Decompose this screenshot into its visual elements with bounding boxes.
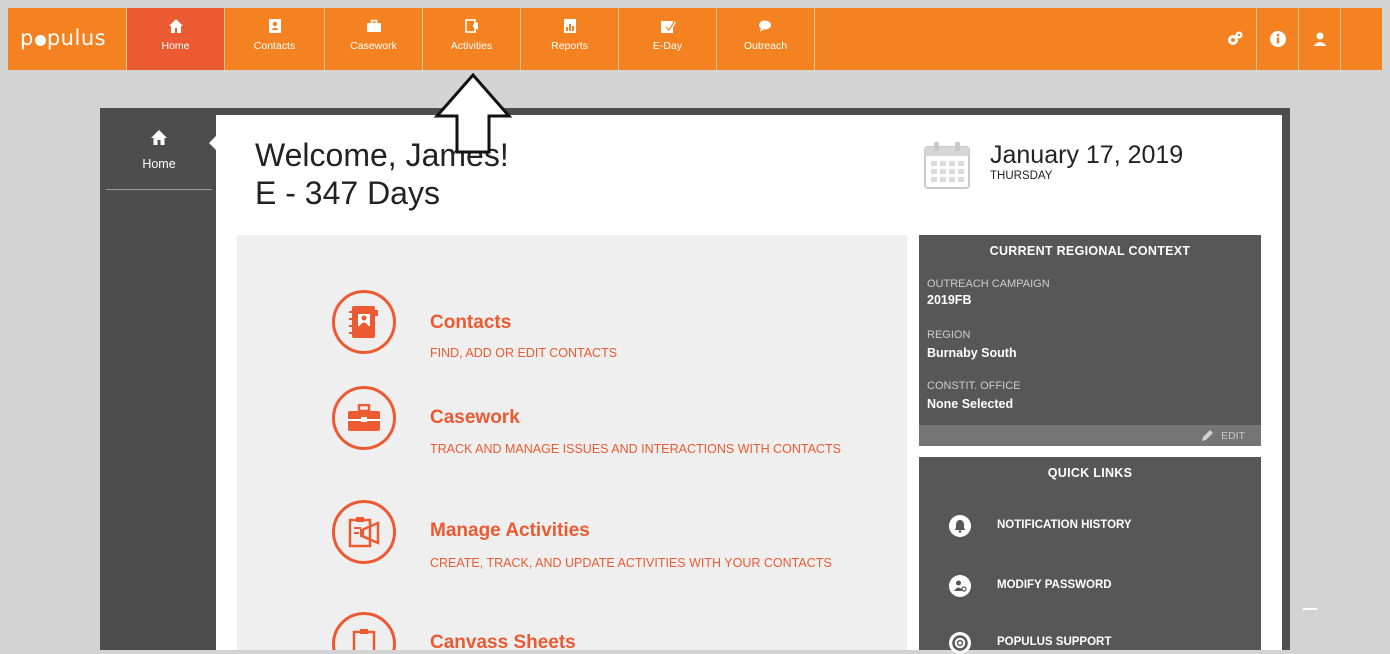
quick-link-label[interactable]: NOTIFICATION HISTORY [997,519,1132,531]
nav-reports[interactable]: Reports [520,8,618,70]
nav-casework[interactable]: Casework [324,8,422,70]
scroll-indicator[interactable] [1303,608,1317,610]
info-button[interactable] [1256,8,1298,70]
nav-reports-label: Reports [551,40,588,52]
user-key-icon [949,575,971,597]
nav-casework-label: Casework [350,40,397,52]
settings-button[interactable] [1214,8,1256,70]
home-icon [168,19,183,33]
date-label: January 17, 2019 [990,141,1184,169]
nav-home[interactable]: Home [126,8,224,70]
nav-outreach-label: Outreach [743,40,788,52]
bell-icon [949,515,971,537]
clipboard-icon [332,612,396,650]
home-icon [151,130,167,145]
edit-button-label[interactable]: EDIT [1221,430,1245,442]
megaphone-clipboard-icon [332,500,396,564]
sidebar-item-home[interactable]: Home [106,124,212,190]
tile-canvass-sheets[interactable]: Canvass Sheets [332,612,892,650]
tile-canvass-sheets-title[interactable]: Canvass Sheets [430,632,576,650]
info-icon [1269,31,1286,47]
sidebar-home-label: Home [142,157,176,171]
up-arrow-annotation [433,72,513,154]
populus-logo[interactable]: p pulus [20,26,106,50]
quick-link-label[interactable]: MODIFY PASSWORD [997,579,1112,591]
current-date: January 17, 2019 THURSDAY [990,140,1183,182]
tile-casework-desc: TRACK AND MANAGE ISSUES AND INTERACTIONS… [430,442,841,456]
campaign-value: 2019FB [927,293,972,307]
quick-link-label[interactable]: POPULUS SUPPORT [997,636,1111,648]
sidebar-divider [106,189,212,190]
tile-casework-title[interactable]: Casework [430,407,520,429]
quick-links-title: QUICK LINKS [1047,466,1133,480]
tile-manage-activities-title[interactable]: Manage Activities [430,520,590,542]
briefcase-icon [332,386,396,450]
nav-contacts-label: Contacts [253,40,296,52]
briefcase-icon [366,19,381,32]
nav-outreach[interactable]: Outreach [716,8,814,70]
contacts-book-icon [268,19,281,33]
office-value: None Selected [927,397,1014,411]
region-value: Burnaby South [927,346,1017,360]
nav-contacts[interactable]: Contacts [224,8,324,70]
reports-icon [563,19,576,33]
nav-divider [814,8,815,70]
pencil-icon [1202,430,1213,441]
tile-contacts-title[interactable]: Contacts [430,312,511,334]
calendar-check-icon [660,21,676,33]
calendar-icon [924,142,970,189]
quick-links-panel: QUICK LINKS NOTIFICATION HISTORY MODIFY … [919,457,1261,654]
contacts-book-icon [332,290,396,354]
lifebuoy-icon [949,632,971,654]
tile-contacts-desc: FIND, ADD OR EDIT CONTACTS [430,346,618,360]
election-countdown: E - 347 Days [255,175,440,211]
nav-home-label: Home [161,40,190,52]
user-button[interactable] [1298,8,1340,70]
nav-eday-label: E-Day [652,40,683,52]
context-edit-bar[interactable]: EDIT [919,425,1261,446]
gears-icon [1228,31,1243,45]
tile-manage-activities-desc: CREATE, TRACK, AND UPDATE ACTIVITIES WIT… [430,556,832,570]
campaign-label: OUTREACH CAMPAIGN [927,278,1050,290]
nav-right-edge [1340,8,1382,70]
office-label: CONSTIT. OFFICE [927,380,1021,392]
region-label: REGION [927,329,971,341]
activities-icon [464,19,478,33]
nav-activities[interactable]: Activities [422,8,520,70]
sidebar-active-pointer [209,136,216,150]
user-icon [1313,32,1326,46]
top-navigation-bar: p pulus Home Contacts Casework Activities… [8,8,1382,70]
chat-bubbles-icon [758,20,771,32]
regional-context-panel: CURRENT REGIONAL CONTEXT OUTREACH CAMPAI… [919,235,1261,446]
weekday-label: THURSDAY [990,170,1053,182]
nav-activities-label: Activities [450,40,493,52]
nav-eday[interactable]: E-Day [618,8,716,70]
